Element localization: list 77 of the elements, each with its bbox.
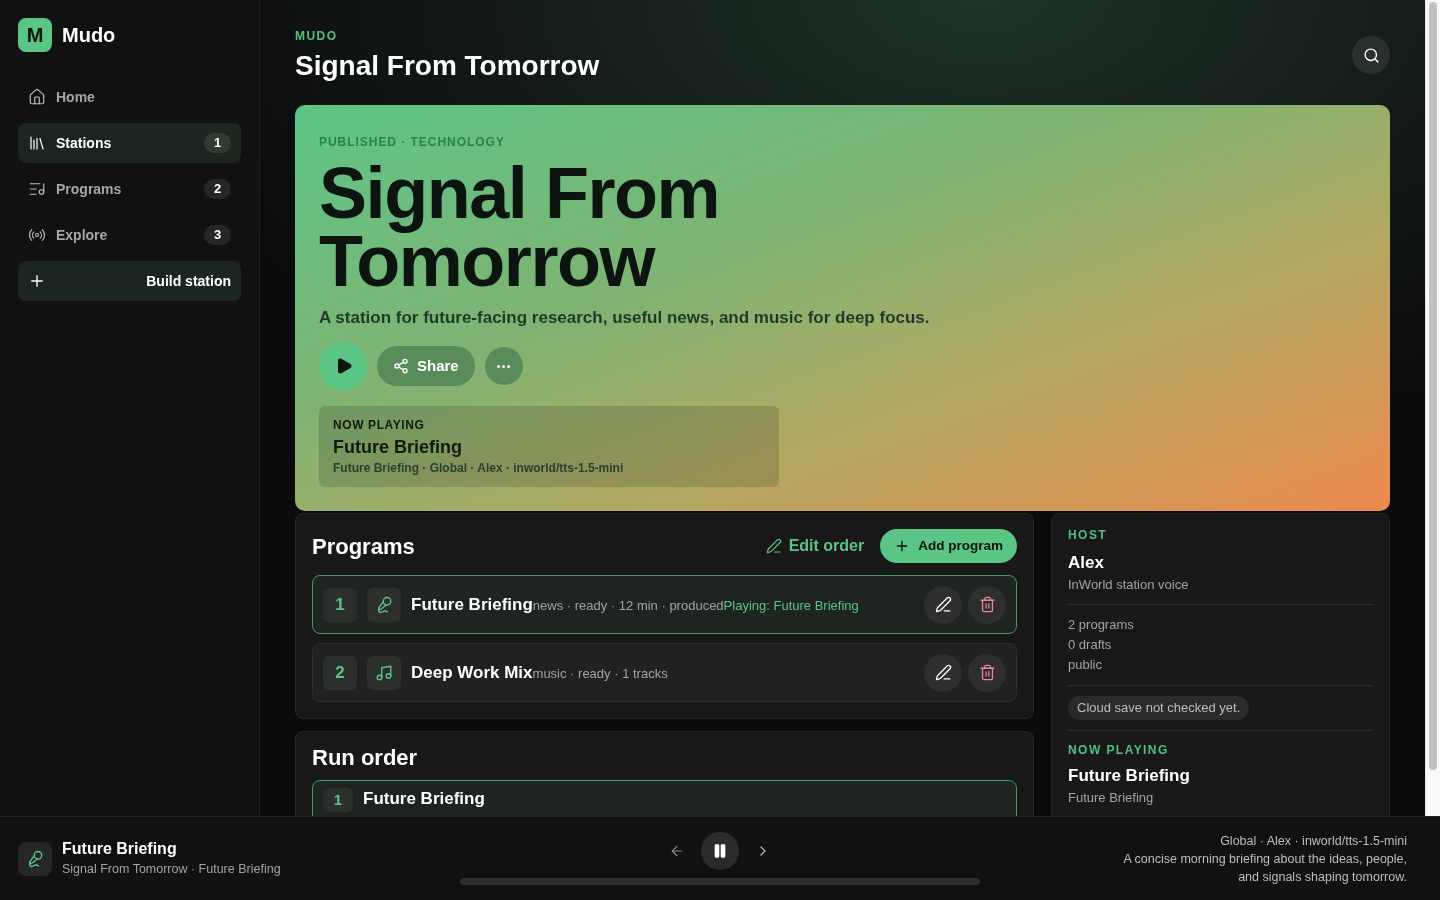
pause-icon <box>712 843 728 859</box>
hero-description: A station for future-facing research, useful news, and music for deep focus. <box>319 307 930 329</box>
player-meta: Global · Alex · inworld/tts-1.5-mini <box>1220 832 1407 850</box>
now-playing-title: Future Briefing <box>333 436 462 459</box>
nav-item[interactable]: Explore 3 <box>18 215 241 255</box>
edit-order-link[interactable]: Edit order <box>765 534 865 558</box>
playing-label: Playing: Future Briefing <box>723 596 859 615</box>
logo-mark: M <box>18 18 52 52</box>
nav-count: 2 <box>204 179 231 199</box>
now-playing-label: NOW PLAYING <box>333 418 425 433</box>
build-station-button[interactable]: Build station <box>18 261 241 301</box>
nav-item[interactable]: Stations 1 <box>18 123 241 163</box>
nav-count: 1 <box>204 133 231 153</box>
section-title: Programs <box>312 532 415 561</box>
program-number: 1 <box>323 587 357 622</box>
play-icon <box>335 357 353 375</box>
progress-track[interactable] <box>460 878 980 885</box>
nav-item[interactable]: Home <box>18 77 241 117</box>
delete-button[interactable] <box>968 585 1006 624</box>
program-title: Future Briefing <box>411 593 533 616</box>
edit-button[interactable] <box>924 585 962 624</box>
search-button[interactable] <box>1352 36 1390 74</box>
play-button[interactable] <box>319 342 367 390</box>
pencil-icon <box>765 538 782 554</box>
nav-count: 3 <box>204 225 231 245</box>
player-title: Future Briefing <box>62 838 177 859</box>
station-stat: public <box>1068 656 1102 674</box>
section-title: Run order <box>312 744 418 772</box>
edit-button[interactable] <box>924 653 962 692</box>
nav-item[interactable]: Programs 2 <box>18 169 241 209</box>
plus-icon <box>28 272 46 290</box>
app-name: Mudo <box>62 23 116 48</box>
previous-button[interactable] <box>669 843 685 859</box>
program-meta: music · ready · 1 tracks <box>532 664 668 683</box>
add-program-button[interactable]: Add program <box>880 529 1017 563</box>
station-stat: 2 programs <box>1068 616 1134 634</box>
microphone-icon <box>367 587 401 622</box>
player-subtitle: Signal From Tomorrow · Future Briefing <box>62 860 281 878</box>
program-row[interactable]: 2 Deep Work Mixmusic · ready · 1 tracks <box>312 643 1017 702</box>
library-icon <box>28 134 46 152</box>
search-icon <box>1362 46 1380 64</box>
pencil-icon <box>934 664 952 681</box>
scrollbar-thumb[interactable] <box>1429 2 1437 770</box>
music-note-icon <box>367 655 401 690</box>
now-playing-subtitle: Future Briefing <box>1068 789 1154 807</box>
now-playing-title: Future Briefing <box>1068 765 1190 787</box>
run-order-number: 1 <box>323 788 353 812</box>
page-eyebrow: MUDO <box>295 29 338 43</box>
player-description: A concise morning briefing about the ideas, people, and signals shaping tomorrow. <box>1122 850 1407 886</box>
now-playing-label: NOW PLAYING <box>1068 743 1169 757</box>
share-icon <box>393 358 409 374</box>
hero-tagline: PUBLISHED · TECHNOLOGY <box>319 135 505 149</box>
radio-waves-icon <box>28 226 46 244</box>
pause-button[interactable] <box>701 832 739 870</box>
page-title: Signal From Tomorrow <box>295 49 600 83</box>
program-row[interactable]: 1 Future Briefingnews · ready · 12 min · producedPlaying: Future Briefing <box>312 575 1017 634</box>
share-button[interactable]: Share <box>377 346 475 386</box>
hero-title: Signal From Tomorrow <box>319 159 721 295</box>
host-name: Alex <box>1068 552 1104 574</box>
music-list-icon <box>28 180 46 198</box>
delete-button[interactable] <box>968 653 1006 692</box>
host-label: HOST <box>1068 528 1108 542</box>
program-title: Deep Work Mix <box>411 661 533 684</box>
pencil-icon <box>934 596 952 613</box>
more-icon <box>497 364 511 368</box>
now-playing-meta: Future Briefing · Global · Alex · inworld/tts-1.5-mini <box>333 460 624 476</box>
trash-icon <box>978 664 996 681</box>
cloud-status-chip: Cloud save not checked yet. <box>1068 696 1250 720</box>
host-voice: InWorld station voice <box>1068 576 1189 594</box>
trash-icon <box>978 596 996 613</box>
program-meta: news · ready · 12 min · produced <box>532 596 724 615</box>
microphone-icon <box>18 841 52 876</box>
program-number: 2 <box>323 655 357 690</box>
run-order-title: Future Briefing <box>363 788 485 810</box>
run-order-item[interactable]: 1 Future Briefing <box>312 780 1017 816</box>
home-icon <box>28 88 46 106</box>
station-stat: 0 drafts <box>1068 636 1112 654</box>
